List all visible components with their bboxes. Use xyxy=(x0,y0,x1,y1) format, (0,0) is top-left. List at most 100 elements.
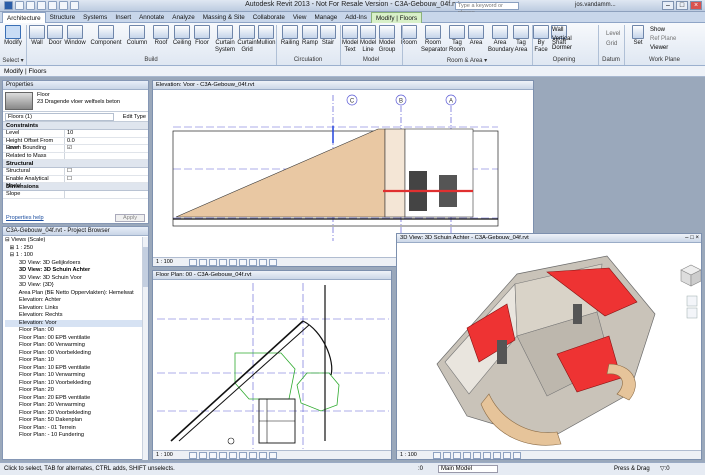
window-button[interactable]: Window xyxy=(64,25,86,55)
ref-plane-button[interactable]: Ref Plane xyxy=(650,35,676,44)
tab-view[interactable]: View xyxy=(289,12,311,23)
show-workplane-button[interactable]: Show xyxy=(650,26,676,35)
browser-item[interactable]: Floor Plan: 00 Voorbekleding xyxy=(5,350,146,358)
browser-item[interactable]: ⊞ 1 : 250 xyxy=(5,245,146,253)
door-button[interactable]: Door xyxy=(47,25,63,55)
floor-plan-scale[interactable]: 1 : 100 xyxy=(156,452,173,458)
tag-room-button[interactable]: Tag Room xyxy=(447,25,467,55)
level-button[interactable]: Level xyxy=(606,29,620,39)
railing-button[interactable]: Railing xyxy=(280,25,300,55)
view-control-icon[interactable] xyxy=(209,452,217,459)
browser-item[interactable]: Floor Plan: 50 Dakenplan xyxy=(5,417,146,425)
view-control-icon[interactable] xyxy=(259,259,267,266)
browser-item[interactable]: Floor Plan: - 01 Terrein xyxy=(5,425,146,433)
browser-item[interactable]: ⊟ 1 : 100 xyxy=(5,252,146,260)
view-control-icon[interactable] xyxy=(249,259,257,266)
tab-manage[interactable]: Manage xyxy=(310,12,341,23)
minimize-button[interactable]: – xyxy=(662,1,674,10)
tab-add-ins[interactable]: Add-Ins xyxy=(341,12,371,23)
view-control-icon[interactable] xyxy=(199,259,207,266)
panel-label-select[interactable]: Select ▾ xyxy=(0,57,26,64)
mullion-button[interactable]: Mullion xyxy=(256,25,276,55)
tab-collaborate[interactable]: Collaborate xyxy=(249,12,289,23)
stair-button[interactable]: Stair xyxy=(320,25,336,55)
browser-item[interactable]: Floor Plan: 00 Verwarming xyxy=(5,342,146,350)
view-control-icon[interactable] xyxy=(229,452,237,459)
dimensions-category[interactable]: Dimensions xyxy=(3,183,148,191)
constraints-category[interactable]: Constraints xyxy=(3,122,148,130)
area-boundary-button[interactable]: Area Boundary xyxy=(488,25,514,55)
ramp-button[interactable]: Ramp xyxy=(302,25,318,55)
view-control-icon[interactable] xyxy=(513,452,521,459)
by-face-button[interactable]: By Face xyxy=(533,25,549,55)
tab-annotate[interactable]: Annotate xyxy=(135,12,168,23)
browser-item[interactable]: Floor Plan: 10 xyxy=(5,357,146,365)
browser-item[interactable]: Floor Plan: - 10 Fundering xyxy=(5,432,146,440)
floor-plan-view-window[interactable]: Floor Plan: 00 - C3A-Gebouw_04f.rvt 1 : … xyxy=(152,270,392,460)
view-control-icon[interactable] xyxy=(199,452,207,459)
design-option-select[interactable]: Main Model xyxy=(438,465,498,473)
browser-item[interactable]: Floor Plan: 20 xyxy=(5,387,146,395)
room-button[interactable]: Room xyxy=(401,25,417,55)
view-control-icon[interactable] xyxy=(453,452,461,459)
navigation-bar[interactable] xyxy=(686,295,698,319)
view-control-icon[interactable] xyxy=(433,452,441,459)
view-control-icon[interactable] xyxy=(189,452,197,459)
property-value[interactable] xyxy=(65,191,67,198)
browser-item[interactable]: Elevation: Rechts xyxy=(5,312,146,320)
view-control-icon[interactable] xyxy=(483,452,491,459)
model-group-button[interactable]: Model Group xyxy=(378,25,396,55)
grid-button[interactable]: Grid xyxy=(606,39,620,49)
elevation-scale[interactable]: 1 : 100 xyxy=(156,259,173,265)
wall-opening-button[interactable]: Wall xyxy=(552,26,572,35)
set-workplane-button[interactable]: Set xyxy=(630,25,646,55)
type-selector[interactable]: Floor 23 Dragende vloer welfsels beton xyxy=(3,90,148,112)
curtain-grid-button[interactable]: Curtain Grid xyxy=(237,25,257,55)
tab-systems[interactable]: Systems xyxy=(79,12,111,23)
search-input[interactable]: Type a keyword or phrase xyxy=(455,2,519,16)
property-value[interactable]: ☑ xyxy=(65,145,72,152)
property-value[interactable]: ☐ xyxy=(65,176,72,183)
3d-model-render[interactable] xyxy=(397,244,701,450)
view-control-icon[interactable] xyxy=(249,452,257,459)
view-control-icon[interactable] xyxy=(209,259,217,266)
panel-label-room-area[interactable]: Room & Area ▾ xyxy=(402,57,532,64)
property-row[interactable]: Structural ☐ xyxy=(3,168,148,176)
view-control-icon[interactable] xyxy=(239,452,247,459)
selection-filter-count[interactable]: ▽:0 xyxy=(660,463,670,475)
browser-item[interactable]: Floor Plan: 10 Verwarming xyxy=(5,372,146,380)
view-control-icon[interactable] xyxy=(269,259,277,266)
property-row[interactable]: Height Offset From Level 0.0 xyxy=(3,137,148,151)
property-value[interactable]: ☐ xyxy=(65,168,72,175)
property-value[interactable] xyxy=(65,153,67,160)
view-control-icon[interactable] xyxy=(473,452,481,459)
browser-item[interactable]: Floor Plan: 10 Voorbekleding xyxy=(5,380,146,388)
floor-button[interactable]: Floor xyxy=(194,25,210,55)
browser-item[interactable]: Floor Plan: 20 Voorbekleding xyxy=(5,410,146,418)
user-name[interactable]: jos.vandamm... xyxy=(575,2,616,8)
diagonal-wall[interactable] xyxy=(170,320,304,442)
browser-item[interactable]: Elevation: Achter xyxy=(5,297,146,305)
model-text-button[interactable]: Model Text xyxy=(342,25,358,55)
viewcube-icon[interactable] xyxy=(680,264,701,287)
3d-view-close-icon[interactable]: × xyxy=(695,235,699,241)
roof-button[interactable]: Roof xyxy=(153,25,169,55)
area-button[interactable]: Area xyxy=(468,25,484,55)
floor-plan-drawing[interactable] xyxy=(153,281,391,451)
tab-analyze[interactable]: Analyze xyxy=(168,12,198,23)
maximize-button[interactable]: □ xyxy=(676,1,688,10)
close-button[interactable]: × xyxy=(690,1,702,10)
curtain-system-button[interactable]: Curtain System xyxy=(214,25,236,55)
view-control-icon[interactable] xyxy=(463,452,471,459)
press-drag-toggle[interactable]: Press & Drag xyxy=(614,463,650,475)
view-control-icon[interactable] xyxy=(229,259,237,266)
3d-view-scale[interactable]: 1 : 100 xyxy=(400,452,417,458)
wall-button[interactable]: Wall xyxy=(28,25,46,55)
properties-help-link[interactable]: Properties help xyxy=(6,215,44,221)
property-row[interactable]: Slope xyxy=(3,191,148,199)
modify-button[interactable]: Modify xyxy=(2,25,24,55)
viewer-button[interactable]: Viewer xyxy=(650,44,676,53)
3d-view-window[interactable]: 3D View: 3D Schuin Achter - C3A-Gebouw_0… xyxy=(396,233,702,460)
instance-filter-select[interactable]: Floors (1) xyxy=(5,113,114,121)
view-control-icon[interactable] xyxy=(443,452,451,459)
